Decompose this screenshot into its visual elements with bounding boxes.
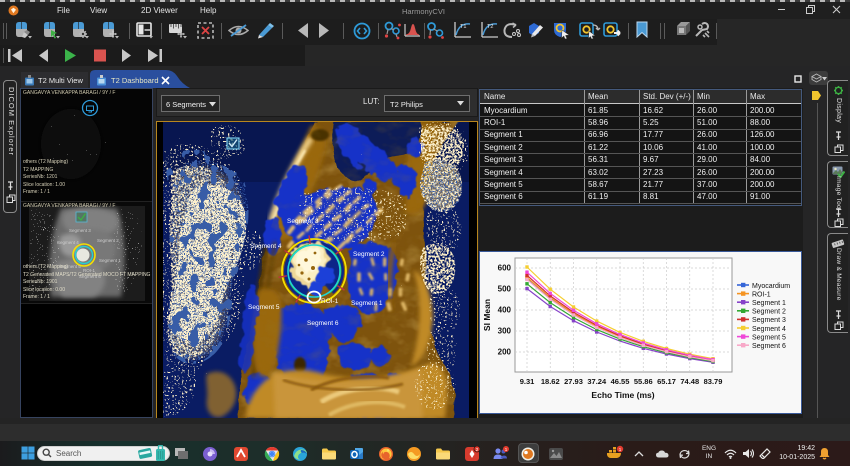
svg-text:Segment 3: Segment 3 <box>752 317 786 324</box>
svg-text:Segment 5: Segment 5 <box>752 334 786 341</box>
svg-text:55.86: 55.86 <box>634 377 653 386</box>
svg-text:500: 500 <box>498 285 512 294</box>
svg-text:Segment 6: Segment 6 <box>752 343 786 350</box>
svg-text:27.93: 27.93 <box>564 377 583 386</box>
svg-text:83.79: 83.79 <box>704 377 723 386</box>
svg-text:18.62: 18.62 <box>541 377 560 386</box>
svg-text:Segment 6: Segment 6 <box>307 320 339 327</box>
svg-text:74.48: 74.48 <box>680 377 699 386</box>
svg-text:SI Mean: SI Mean <box>482 299 492 331</box>
svg-text:46.55: 46.55 <box>611 377 630 386</box>
svg-text:ROI-1: ROI-1 <box>752 291 771 298</box>
svg-text:Segment 1: Segment 1 <box>752 300 786 307</box>
svg-text:37.24: 37.24 <box>587 377 607 386</box>
svg-text:Segment 4: Segment 4 <box>250 243 282 250</box>
svg-text:600: 600 <box>498 264 512 273</box>
svg-text:Echo Time (ms): Echo Time (ms) <box>591 390 654 400</box>
svg-text:300: 300 <box>498 327 512 336</box>
svg-text:Segment 4: Segment 4 <box>752 326 786 333</box>
svg-text:T1: T1 <box>460 24 466 30</box>
svg-text:ROI-1: ROI-1 <box>321 298 339 305</box>
svg-text:65.17: 65.17 <box>657 377 676 386</box>
svg-text:Segment 5: Segment 5 <box>248 304 280 311</box>
svg-text:Myocardium: Myocardium <box>752 283 790 290</box>
svg-text:400: 400 <box>498 306 512 315</box>
svg-text:Segment 2: Segment 2 <box>752 309 786 316</box>
svg-text:T2: T2 <box>487 24 493 30</box>
svg-text:Segment 3: Segment 3 <box>287 218 319 225</box>
svg-text:Segment 1: Segment 1 <box>351 300 383 307</box>
svg-text:200: 200 <box>498 348 512 357</box>
svg-text:Segment 2: Segment 2 <box>353 251 385 258</box>
svg-text:9.31: 9.31 <box>520 377 535 386</box>
